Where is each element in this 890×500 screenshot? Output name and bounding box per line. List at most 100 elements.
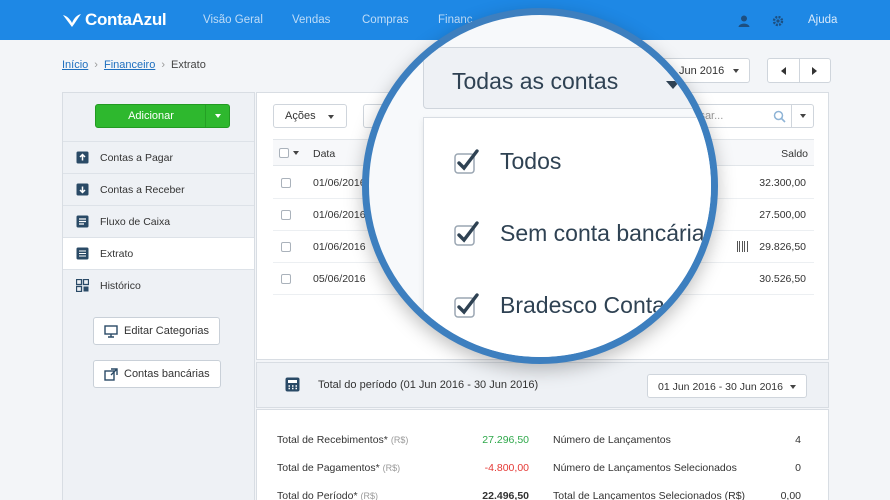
breadcrumb-finance[interactable]: Financeiro bbox=[104, 59, 155, 71]
option-bradesco-conta[interactable]: Bradesco Conta bbox=[454, 292, 665, 319]
option-todos[interactable]: Todos bbox=[454, 148, 561, 175]
monitor-icon bbox=[104, 324, 118, 338]
sidebar-item-label: Fluxo de Caixa bbox=[100, 215, 171, 228]
chevron-down-icon bbox=[666, 81, 680, 89]
account-filter-options: Todos Sem conta bancária Bradesco Conta bbox=[423, 117, 711, 357]
nav-vendas[interactable]: Vendas bbox=[292, 14, 330, 26]
gear-icon[interactable] bbox=[771, 14, 785, 28]
total-receipts-text: Total de Recebimentos* bbox=[277, 434, 388, 446]
entries-count-label: Número de Lançamentos bbox=[553, 434, 671, 446]
sidebar-item-extrato[interactable]: Extrato bbox=[63, 237, 254, 269]
option-label: Sem conta bancária bbox=[500, 220, 705, 246]
checkbox-checked-icon[interactable] bbox=[454, 148, 480, 175]
actions-dropdown[interactable]: Ações bbox=[273, 104, 347, 128]
chevron-down-icon bbox=[328, 115, 334, 119]
bank-accounts-label: Contas bancárias bbox=[124, 368, 210, 380]
total-receipts-value: 27.296,50 bbox=[482, 434, 529, 446]
selected-total-label: Total de Lançamentos Selecionados (R$) bbox=[553, 490, 745, 500]
selected-total-value: 0,00 bbox=[780, 490, 801, 500]
currency-unit: (R$) bbox=[724, 490, 746, 500]
search-icon[interactable] bbox=[773, 110, 786, 123]
period-selector[interactable]: 01 Jun 2016 - 30 Jun 2016 bbox=[647, 374, 807, 398]
checkbox-checked-icon[interactable] bbox=[454, 292, 480, 319]
sidebar-item-contas-a-pagar[interactable]: Contas a Pagar bbox=[63, 141, 254, 173]
selected-total-text: Total de Lançamentos Selecionados bbox=[553, 490, 722, 500]
row-date: 01/06/2016 bbox=[313, 241, 366, 253]
total-period-label: Total do Período* (R$) bbox=[277, 490, 378, 500]
row-balance: 32.300,00 bbox=[759, 177, 806, 189]
chevron-down-icon bbox=[733, 69, 739, 73]
total-payments-value: -4.800,00 bbox=[484, 462, 529, 474]
sidebar-item-label: Contas a Pagar bbox=[100, 151, 173, 164]
row-checkbox[interactable] bbox=[281, 242, 291, 252]
column-header-balance: Saldo bbox=[781, 148, 808, 160]
option-label: Todos bbox=[500, 148, 562, 174]
row-date: 05/06/2016 bbox=[313, 273, 366, 285]
chevron-down-icon bbox=[214, 114, 221, 118]
total-period-text: Total do Período* bbox=[277, 490, 358, 500]
statement-icon bbox=[76, 247, 89, 260]
barcode-icon[interactable] bbox=[737, 241, 749, 252]
period-summary-bar: Total do período (01 Jun 2016 - 30 Jun 2… bbox=[256, 362, 829, 408]
next-month-button[interactable] bbox=[798, 59, 831, 82]
nav-visao-geral[interactable]: Visão Geral bbox=[203, 14, 263, 26]
edit-categories-button[interactable]: Editar Categorias bbox=[93, 317, 220, 345]
column-header-date[interactable]: Data bbox=[313, 148, 335, 160]
period-selector-value: 01 Jun 2016 - 30 Jun 2016 bbox=[658, 381, 783, 393]
row-checkbox[interactable] bbox=[281, 178, 291, 188]
previous-month-button[interactable] bbox=[768, 59, 799, 82]
account-filter-dropdown[interactable]: Todas as contas bbox=[423, 47, 711, 109]
sidebar-item-fluxo-de-caixa[interactable]: Fluxo de Caixa bbox=[63, 205, 254, 237]
option-sem-conta-bancaria[interactable]: Sem conta bancária bbox=[454, 220, 705, 247]
edit-categories-label: Editar Categorias bbox=[124, 325, 209, 337]
option-label: Bradesco Conta bbox=[500, 292, 665, 318]
row-balance: 30.526,50 bbox=[759, 273, 806, 285]
month-navigation bbox=[767, 58, 831, 83]
sidebar-item-label: Histórico bbox=[100, 279, 141, 292]
external-link-icon bbox=[104, 367, 118, 381]
select-all-checkbox[interactable] bbox=[279, 148, 289, 158]
entries-count-value: 4 bbox=[795, 434, 801, 446]
add-button-label: Adicionar bbox=[128, 110, 174, 122]
chevron-down-icon bbox=[799, 114, 806, 118]
currency-unit: (R$) bbox=[382, 463, 401, 473]
breadcrumb-separator: › bbox=[94, 59, 98, 71]
actions-label: Ações bbox=[285, 110, 316, 122]
total-payments-label: Total de Pagamentos* (R$) bbox=[277, 462, 400, 474]
contaazul-logo[interactable]: ContaAzul bbox=[62, 10, 167, 30]
add-dropdown-toggle[interactable] bbox=[205, 105, 229, 127]
breadcrumb: Início › Financeiro › Extrato bbox=[62, 59, 206, 71]
totals-panel: Total de Recebimentos* (R$) 27.296,50 To… bbox=[256, 409, 829, 500]
nav-compras[interactable]: Compras bbox=[362, 14, 409, 26]
cash-flow-icon bbox=[76, 215, 89, 228]
receivable-icon bbox=[76, 183, 89, 196]
help-link[interactable]: Ajuda bbox=[808, 14, 837, 26]
total-payments-text: Total de Pagamentos* bbox=[277, 462, 380, 474]
total-period-value: 22.496,50 bbox=[482, 490, 529, 500]
sidebar-item-label: Contas a Receber bbox=[100, 183, 185, 196]
sidebar-item-historico[interactable]: Histórico bbox=[63, 269, 254, 301]
arrow-right-icon bbox=[812, 66, 818, 75]
checkbox-checked-icon[interactable] bbox=[454, 220, 480, 247]
period-label: Total do período (01 Jun 2016 - 30 Jun 2… bbox=[318, 379, 539, 391]
sidebar-item-contas-a-receber[interactable]: Contas a Receber bbox=[63, 173, 254, 205]
chevron-down-icon bbox=[790, 385, 796, 389]
user-icon[interactable] bbox=[737, 14, 751, 28]
currency-unit: (R$) bbox=[360, 491, 378, 500]
sidebar-menu: Contas a Pagar Contas a Receber Fluxo de… bbox=[63, 141, 254, 301]
breadcrumb-home[interactable]: Início bbox=[62, 59, 88, 71]
calculator-icon bbox=[285, 377, 300, 392]
row-balance: 27.500,00 bbox=[759, 209, 806, 221]
bank-accounts-button[interactable]: Contas bancárias bbox=[93, 360, 221, 388]
row-date: 01/06/2016 bbox=[313, 209, 366, 221]
row-balance: 29.826,50 bbox=[759, 241, 806, 253]
row-checkbox[interactable] bbox=[281, 210, 291, 220]
arrow-left-icon bbox=[780, 66, 786, 75]
chevron-down-icon[interactable] bbox=[293, 151, 299, 155]
row-date: 01/06/2016 bbox=[313, 177, 366, 189]
bird-logo-icon bbox=[63, 14, 81, 27]
row-checkbox[interactable] bbox=[281, 274, 291, 284]
search-options-button[interactable] bbox=[791, 104, 814, 128]
add-button[interactable]: Adicionar bbox=[95, 104, 230, 128]
selected-count-label: Número de Lançamentos Selecionados bbox=[553, 462, 737, 474]
